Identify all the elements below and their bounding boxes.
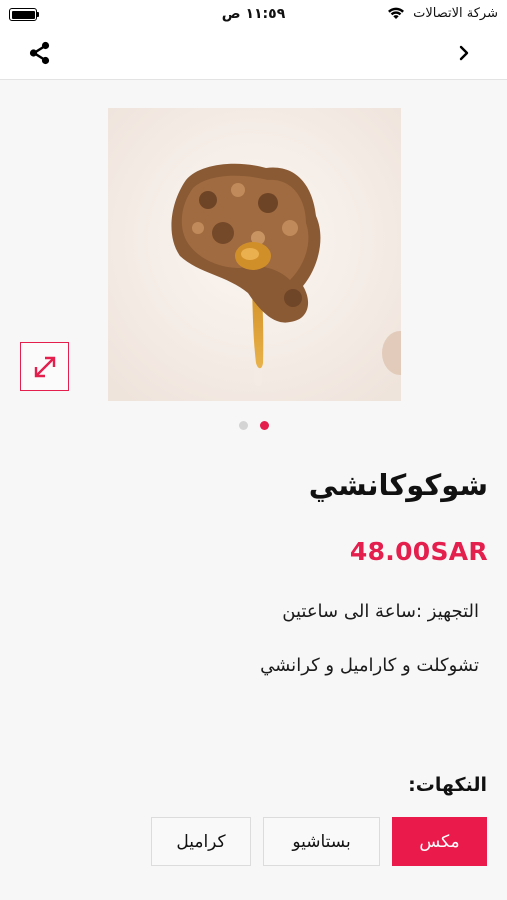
product-title: شوكوكانشي bbox=[308, 468, 488, 502]
carousel-dot[interactable] bbox=[239, 421, 248, 430]
product-screen: ١١:٥٩ ص شركة الاتصالات شوكوكانشي 48.00SA… bbox=[0, 0, 507, 900]
share-icon[interactable] bbox=[26, 40, 54, 68]
flavor-option-mix[interactable]: مكس bbox=[392, 817, 487, 866]
product-image[interactable] bbox=[108, 108, 401, 401]
chevron-back-icon[interactable] bbox=[453, 42, 475, 64]
status-bar: ١١:٥٩ ص شركة الاتصالات bbox=[0, 0, 507, 30]
flavor-option-caramel[interactable]: كراميل bbox=[151, 817, 251, 866]
expand-image-button[interactable] bbox=[20, 342, 69, 391]
product-description-line: التجهيز :ساعة الى ساعتين bbox=[282, 601, 479, 622]
wifi-icon bbox=[388, 7, 404, 19]
product-price: 48.00SAR bbox=[349, 537, 488, 566]
carousel-indicator bbox=[0, 421, 507, 431]
flavor-option-pistachio[interactable]: بستاشيو bbox=[263, 817, 380, 866]
flavors-label: النكهات: bbox=[408, 774, 487, 796]
expand-icon bbox=[34, 356, 55, 377]
carousel-dot-active[interactable] bbox=[260, 421, 269, 430]
product-description-line: تشوكلت و كاراميل و كرانشي bbox=[260, 655, 479, 676]
product-photo bbox=[108, 108, 401, 401]
nav-bar bbox=[0, 30, 507, 80]
carrier-name: شركة الاتصالات bbox=[413, 6, 498, 21]
